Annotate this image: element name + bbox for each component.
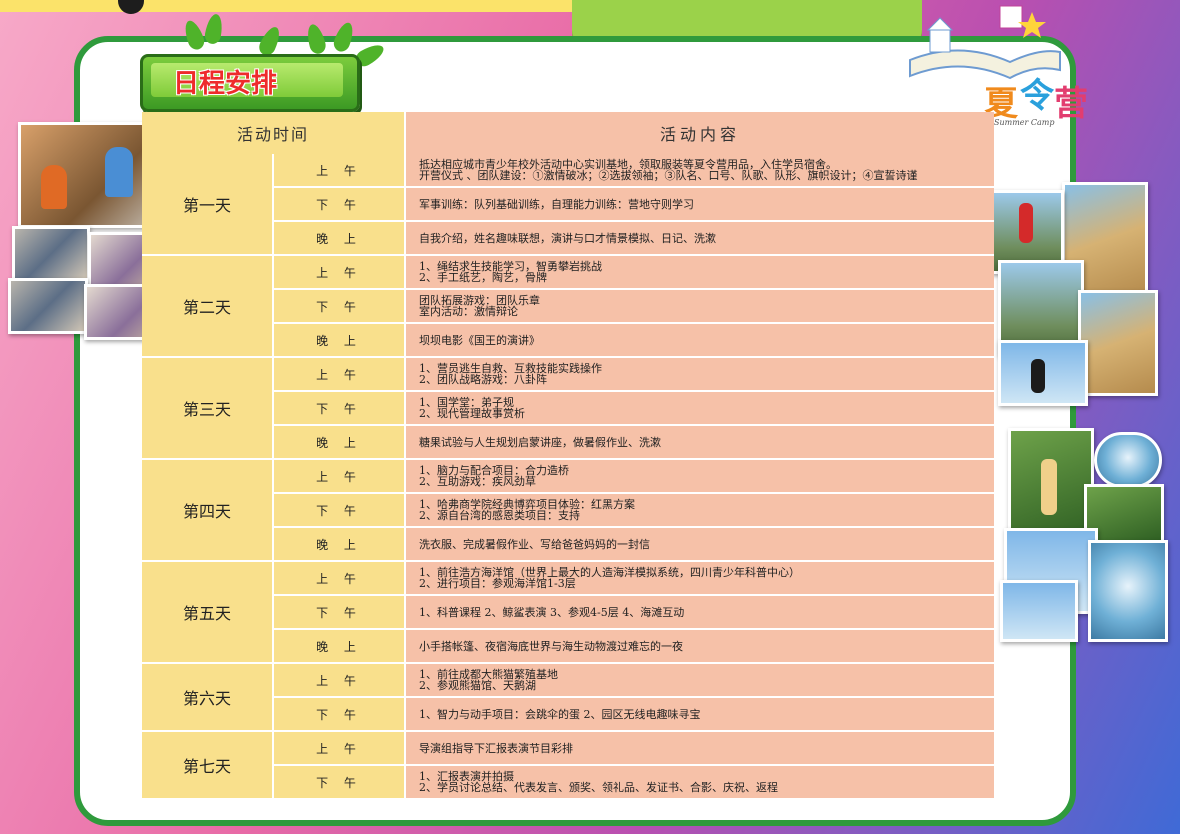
day-label: 第三天 bbox=[142, 358, 274, 460]
period-label: 上 午 bbox=[274, 664, 406, 698]
period-label: 晚 上 bbox=[274, 630, 406, 664]
period-label: 下 午 bbox=[274, 596, 406, 630]
day-label: 第七天 bbox=[142, 732, 274, 800]
activity-content: 1、营员逃生自救、互救技能实践操作 2、团队战略游戏：八卦阵 bbox=[406, 358, 994, 392]
section-title-badge: 日程安排 bbox=[140, 54, 360, 112]
period-label: 晚 上 bbox=[274, 426, 406, 460]
table-row: 第二天 上 午 1、绳结求生技能学习，智勇攀岩挑战 2、手工纸艺，陶艺，骨牌 bbox=[142, 256, 994, 358]
day-label: 第五天 bbox=[142, 562, 274, 664]
period-label: 上 午 bbox=[274, 358, 406, 392]
activity-content: 1、智力与动手项目：会跳伞的蛋 2、园区无线电趣味寻宝 bbox=[406, 698, 994, 732]
photo-water-ball bbox=[1094, 432, 1162, 488]
day-label: 第二天 bbox=[142, 256, 274, 358]
activity-content: 抵达相应城市青少年校外活动中心实训基地，领取服装等夏令营用品，入住学员宿舍。 开… bbox=[406, 154, 994, 188]
photo-climbing-wall bbox=[1078, 290, 1158, 396]
table-row: 第七天 上 午 导演组指导下汇报表演节目彩排 bbox=[142, 732, 994, 800]
period-label: 下 午 bbox=[274, 290, 406, 324]
table-row: 第三天 上 午 1、营员逃生自救、互救技能实践操作 2、团队战略游戏：八卦阵 bbox=[142, 358, 994, 460]
top-yellow-strip bbox=[0, 0, 600, 12]
period-label: 下 午 bbox=[274, 188, 406, 222]
activity-content: 洗衣服、完成暑假作业、写给爸爸妈妈的一封信 bbox=[406, 528, 994, 562]
day-label: 第六天 bbox=[142, 664, 274, 732]
schedule-table: 活动时间 活动内容 第一天 上 午 抵达相应城市青少年校外活动中心实训基地，领取… bbox=[142, 112, 994, 800]
activity-content: 1、汇报表演并拍摄 2、学员讨论总结、代表发言、颁奖、领礼品、发证书、合影、庆祝… bbox=[406, 766, 994, 800]
period-label: 晚 上 bbox=[274, 324, 406, 358]
photo-kids-activity bbox=[8, 278, 88, 334]
page-title: 日程安排 bbox=[173, 69, 278, 99]
activity-content: 1、前往浩方海洋馆（世界上最大的人造海洋模拟系统，四川青少年科普中心） 2、进行… bbox=[406, 562, 994, 596]
photo-balance-beam bbox=[1000, 580, 1078, 642]
period-label: 下 午 bbox=[274, 392, 406, 426]
period-label: 上 午 bbox=[274, 154, 406, 188]
day-label: 第四天 bbox=[142, 460, 274, 562]
period-label: 下 午 bbox=[274, 494, 406, 528]
day-label: 第一天 bbox=[142, 154, 274, 256]
period-label: 下 午 bbox=[274, 698, 406, 732]
period-label: 上 午 bbox=[274, 732, 406, 766]
activity-content: 军事训练：队列基础训练，自理能力训练：营地守则学习 bbox=[406, 188, 994, 222]
activity-content: 1、科普课程 2、鲸鲨表演 3、参观4-5层 4、海滩互动 bbox=[406, 596, 994, 630]
period-label: 上 午 bbox=[274, 460, 406, 494]
activity-content: 团队拓展游戏：团队乐章 室内活动：激情辩论 bbox=[406, 290, 994, 324]
activity-content: 1、绳结求生技能学习，智勇攀岩挑战 2、手工纸艺，陶艺，骨牌 bbox=[406, 256, 994, 290]
photo-figure bbox=[1031, 359, 1045, 393]
activity-content: 小手搭帐篷、夜宿海底世界与海生动物渡过难忘的一夜 bbox=[406, 630, 994, 664]
activity-content: 1、哈弗商学院经典博弈项目体验：红黑方案 2、源自台湾的感恩类项目：支持 bbox=[406, 494, 994, 528]
period-label: 上 午 bbox=[274, 562, 406, 596]
logo-subtitle: Summer Camp bbox=[994, 118, 1055, 127]
photo-figure bbox=[105, 147, 133, 197]
header-activity-content: 活动内容 bbox=[406, 112, 994, 154]
activity-content: 1、前往成都大熊猫繁殖基地 2、参观熊猫馆、天鹅湖 bbox=[406, 664, 994, 698]
photo-zorb-ball bbox=[1088, 540, 1168, 642]
header-activity-time: 活动时间 bbox=[142, 112, 406, 154]
photo-figure bbox=[1019, 203, 1033, 243]
table-row: 第四天 上 午 1、脑力与配合项目：合力造桥 2、互助游戏：疾风劲草 bbox=[142, 460, 994, 562]
logo-glyph-3: 营 bbox=[1054, 84, 1088, 124]
photo-figure bbox=[41, 165, 67, 209]
period-label: 晚 上 bbox=[274, 222, 406, 256]
activity-content: 糖果试验与人生规划启蒙讲座，做暑假作业、洗漱 bbox=[406, 426, 994, 460]
photo-kids-table bbox=[12, 226, 90, 282]
activity-content: 坝坝电影《国王的演讲》 bbox=[406, 324, 994, 358]
period-label: 上 午 bbox=[274, 256, 406, 290]
table-row: 第六天 上 午 1、前往成都大熊猫繁殖基地 2、参观熊猫馆、天鹅湖 bbox=[142, 664, 994, 732]
activity-content: 1、脑力与配合项目：合力造桥 2、互助游戏：疾风劲草 bbox=[406, 460, 994, 494]
period-label: 晚 上 bbox=[274, 528, 406, 562]
book-house-illustration bbox=[909, 5, 1061, 80]
photo-figure bbox=[1041, 459, 1057, 515]
photo-net-climb bbox=[1008, 428, 1094, 544]
photo-zipline bbox=[998, 340, 1088, 406]
activity-content: 导演组指导下汇报表演节目彩排 bbox=[406, 732, 994, 766]
activity-content: 自我介绍，姓名趣味联想，演讲与口才情景模拟、日记、洗漱 bbox=[406, 222, 994, 256]
summer-camp-logo: 夏 令 营 Summer Camp bbox=[980, 72, 1100, 136]
activity-content: 1、国学堂：弟子规 2、现代管理故事赏析 bbox=[406, 392, 994, 426]
table-row: 第五天 上 午 1、前往浩方海洋馆（世界上最大的人造海洋模拟系统，四川青少年科普… bbox=[142, 562, 994, 664]
table-row: 第一天 上 午 抵达相应城市青少年校外活动中心实训基地，领取服装等夏令营用品，入… bbox=[142, 154, 994, 256]
period-label: 下 午 bbox=[274, 766, 406, 800]
